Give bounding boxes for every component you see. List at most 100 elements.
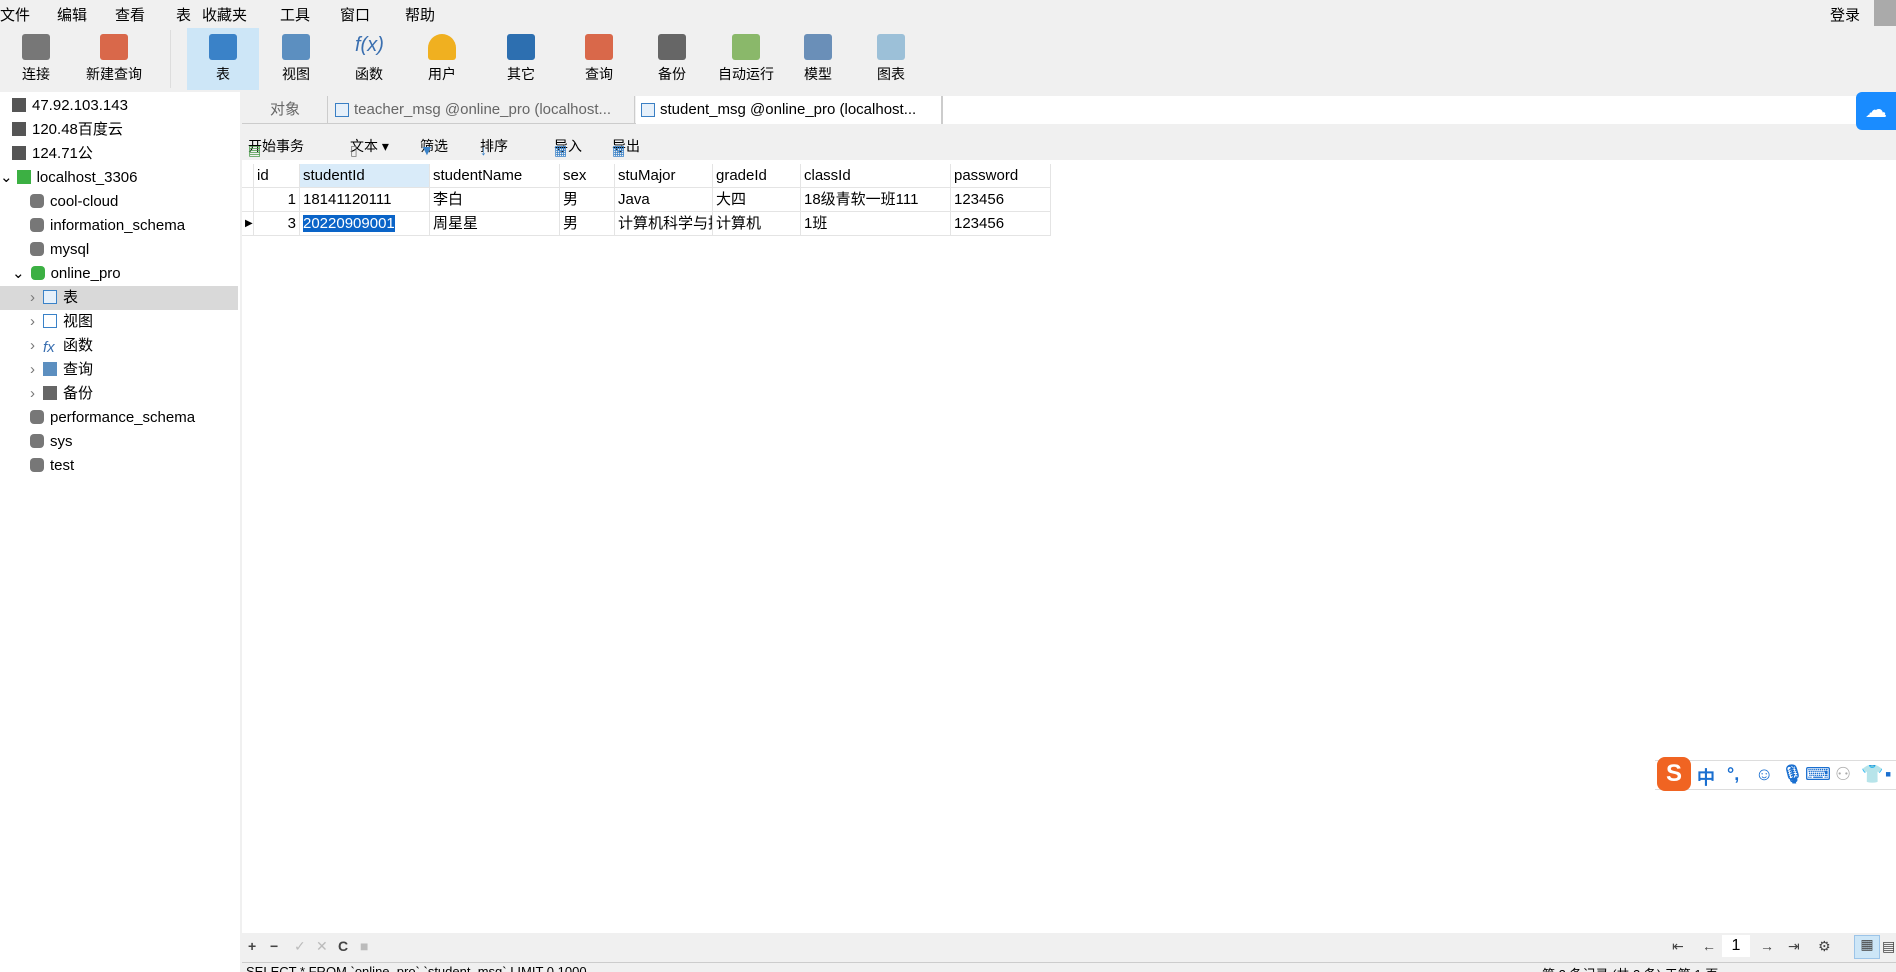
function-button[interactable]: f(x) 函数 <box>333 28 405 90</box>
tree-database[interactable]: sys <box>30 430 73 454</box>
chevron-down-icon[interactable]: ⌄ <box>12 265 25 282</box>
menu-table[interactable]: 表 <box>176 4 191 25</box>
text-button[interactable]: ▯ 文本 ▾ <box>350 136 389 158</box>
last-page-icon[interactable]: ⇥ <box>1788 938 1800 955</box>
new-query-button[interactable]: 新建查询 <box>76 28 152 90</box>
model-button[interactable]: 模型 <box>782 28 854 90</box>
import-icon: ▦ <box>554 142 568 158</box>
filter-button[interactable]: ▼ 筛选 <box>420 136 448 158</box>
tree-connection[interactable]: 120.48百度云 <box>12 118 123 142</box>
next-page-icon[interactable]: → <box>1760 938 1774 954</box>
apply-button[interactable]: ✓ <box>294 938 306 955</box>
chevron-right-icon[interactable]: › <box>30 289 35 306</box>
emoji-icon[interactable]: ☺ <box>1755 764 1773 785</box>
ime-mode-toggle[interactable]: 中 <box>1697 764 1715 790</box>
chevron-right-icon[interactable]: › <box>30 385 35 402</box>
add-record-button[interactable]: + <box>248 938 256 954</box>
sogou-logo-icon[interactable]: S <box>1657 757 1691 791</box>
query-button[interactable]: 查询 <box>563 28 635 90</box>
backup-button[interactable]: 备份 <box>636 28 708 90</box>
column-header[interactable]: id <box>254 164 300 188</box>
column-header[interactable]: password <box>951 164 1051 188</box>
refresh-button[interactable]: C <box>338 938 348 954</box>
table-button[interactable]: 表 <box>187 28 259 90</box>
menu-grid-icon[interactable]: ▪ <box>1885 764 1891 785</box>
tree-backups[interactable]: › 备份 <box>30 382 93 406</box>
first-page-icon[interactable]: ⇤ <box>1672 938 1684 955</box>
automation-button[interactable]: 自动运行 <box>708 28 784 90</box>
tree-database[interactable]: cool-cloud <box>30 190 118 214</box>
column-header[interactable]: classId <box>801 164 951 188</box>
database-icon <box>30 218 44 232</box>
avatar[interactable] <box>1874 0 1896 26</box>
microphone-icon[interactable]: 🎙 <box>1781 764 1804 785</box>
cloud-sync-icon[interactable]: ☁ <box>1856 92 1896 130</box>
stop-button[interactable]: ■ <box>360 938 368 954</box>
chevron-right-icon[interactable]: › <box>30 337 35 354</box>
menu-view[interactable]: 查看 <box>115 4 145 25</box>
prev-page-icon[interactable]: ← <box>1702 938 1716 954</box>
tree-database[interactable]: performance_schema <box>30 406 195 430</box>
grid-view-icon[interactable]: ▦ <box>1854 935 1880 959</box>
column-header[interactable]: studentName <box>430 164 560 188</box>
tab-teacher-msg[interactable]: teacher_msg @online_pro (localhost... <box>330 96 635 124</box>
user-button[interactable]: 用户 <box>406 28 478 90</box>
tree-connection-open[interactable]: ⌄ localhost_3306 <box>0 166 138 190</box>
ime-toolbar: S 中 °, ☺ 🎙 ⌨ ⚇ 👕 ▪ <box>1655 757 1896 791</box>
tree-queries[interactable]: › 查询 <box>30 358 93 382</box>
connection-icon <box>16 170 31 184</box>
menu-favorites[interactable]: 收藏夹 <box>202 4 247 25</box>
column-header[interactable]: gradeId <box>713 164 801 188</box>
chart-button[interactable]: 图表 <box>855 28 927 90</box>
column-header[interactable]: stuMajor <box>615 164 713 188</box>
menu-window[interactable]: 窗口 <box>340 4 370 25</box>
form-view-icon[interactable]: ▤ <box>1882 938 1895 955</box>
tree-database[interactable]: test <box>30 454 74 478</box>
column-header[interactable]: studentId <box>300 164 430 188</box>
tree-functions[interactable]: › fx 函数 <box>30 334 93 358</box>
discard-button[interactable]: ✕ <box>316 938 328 955</box>
sort-button[interactable]: ↓ 排序 <box>480 136 508 158</box>
user-card-icon[interactable]: ⚇ <box>1835 764 1851 785</box>
menu-tools[interactable]: 工具 <box>280 4 310 25</box>
selected-cell-text[interactable]: 20220909001 <box>303 215 395 232</box>
main-toolbar: 连接 新建查询 表 视图 f(x) 函数 用户 其它 查询 备份 自动运行 模型 … <box>0 26 1896 92</box>
delete-record-button[interactable]: − <box>270 938 278 954</box>
chevron-right-icon[interactable]: › <box>30 361 35 378</box>
menu-file[interactable]: 文件 <box>0 4 30 25</box>
other-button[interactable]: 其它 <box>485 28 557 90</box>
grid-toolbar: ▤ 开始事务 ▯ 文本 ▾ ▼ 筛选 ↓ 排序 ▦ 导入 ▦ 导出 <box>242 130 1896 158</box>
tree-connection[interactable]: 124.71公 <box>12 142 93 166</box>
tree-database[interactable]: information_schema <box>30 214 185 238</box>
page-number-input[interactable]: 1 <box>1722 935 1750 957</box>
database-icon <box>30 194 44 208</box>
database-icon <box>30 434 44 448</box>
navigation-tree: 47.92.103.143 120.48百度云 124.71公 ⌄ localho… <box>0 92 240 972</box>
menu-help[interactable]: 帮助 <box>405 4 435 25</box>
settings-icon[interactable]: ⚙ <box>1818 938 1831 955</box>
import-button[interactable]: ▦ 导入 <box>554 136 582 158</box>
tab-bar: 对象 teacher_msg @online_pro (localhost...… <box>242 96 1896 124</box>
tree-connection[interactable]: 47.92.103.143 <box>12 94 128 118</box>
tree-database[interactable]: mysql <box>30 238 89 262</box>
export-button[interactable]: ▦ 导出 <box>612 136 640 158</box>
connect-button[interactable]: 连接 <box>0 28 72 90</box>
main-panel: 对象 teacher_msg @online_pro (localhost...… <box>242 92 1896 972</box>
begin-transaction-button[interactable]: ▤ 开始事务 <box>248 136 304 158</box>
punctuation-toggle[interactable]: °, <box>1727 764 1739 785</box>
keyboard-icon[interactable]: ⌨ <box>1805 764 1831 785</box>
login-link[interactable]: 登录 <box>1830 4 1860 25</box>
tree-views[interactable]: › 视图 <box>30 310 93 334</box>
function-icon: f(x) <box>355 34 384 56</box>
view-button[interactable]: 视图 <box>260 28 332 90</box>
menu-edit[interactable]: 编辑 <box>57 4 87 25</box>
tree-tables[interactable]: › 表 <box>0 286 238 310</box>
tree-database-open[interactable]: ⌄ online_pro <box>12 262 121 286</box>
tab-student-msg[interactable]: student_msg @online_pro (localhost... <box>636 96 942 124</box>
user-icon <box>428 34 456 60</box>
chevron-down-icon[interactable]: ⌄ <box>0 169 13 186</box>
chevron-right-icon[interactable]: › <box>30 313 35 330</box>
tab-objects[interactable]: 对象 <box>242 96 328 124</box>
column-header[interactable]: sex <box>560 164 615 188</box>
skin-icon[interactable]: 👕 <box>1861 764 1883 785</box>
